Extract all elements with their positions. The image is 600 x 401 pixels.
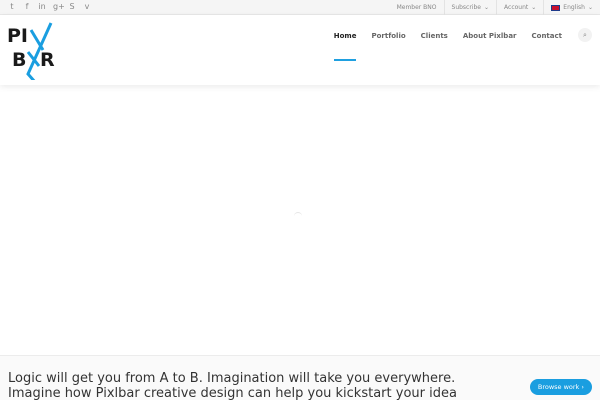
search-icon[interactable]: ⌕ [578,28,592,42]
browse-work-button[interactable]: Browse work › [529,379,592,395]
chevron-down-icon: ⌄ [484,4,490,11]
subscribe-label: Subscribe [451,4,481,11]
member-link[interactable]: Member BNO [390,0,444,15]
subscribe-dropdown[interactable]: Subscribe ⌄ [443,0,497,15]
header: PI B R Home Portfolio Clients About Pixl… [0,15,600,85]
chevron-down-icon: ⌄ [587,4,593,11]
account-dropdown[interactable]: Account ⌄ [496,0,543,15]
main-nav: Home Portfolio Clients About Pixlbar Con… [333,30,563,61]
cta-banner: Logic will get you from A to B. Imaginat… [0,355,600,401]
vimeo-icon[interactable]: v [83,2,91,12]
svg-text:B: B [12,49,26,71]
account-label: Account [504,4,529,11]
twitter-icon[interactable]: t [8,2,16,12]
skype-icon[interactable]: S [68,2,76,12]
member-label: Member BNO [396,4,437,11]
nav-portfolio[interactable]: Portfolio [371,30,405,59]
nav-clients[interactable]: Clients [421,30,448,59]
chevron-down-icon: ⌄ [531,4,537,11]
linkedin-icon[interactable]: in [38,2,46,12]
google-plus-icon[interactable]: g+ [53,2,65,12]
uk-flag-icon [551,4,561,11]
pixbxr-logo[interactable]: PI B R [7,22,57,80]
language-label: English [563,4,585,11]
facebook-icon[interactable]: f [23,2,31,12]
cta-text: Logic will get you from A to B. Imaginat… [8,371,457,401]
nav-home[interactable]: Home [333,30,356,61]
nav-about[interactable]: About Pixlbar [463,30,517,59]
language-dropdown[interactable]: English ⌄ [543,0,600,15]
nav-contact[interactable]: Contact [532,30,563,59]
svg-text:R: R [40,49,55,71]
svg-text:PI: PI [7,25,28,47]
social-links: t f in g+ S v [8,2,91,12]
top-bar: t f in g+ S v Member BNO Subscribe ⌄ Acco… [0,0,600,15]
loading-spinner [294,212,302,220]
